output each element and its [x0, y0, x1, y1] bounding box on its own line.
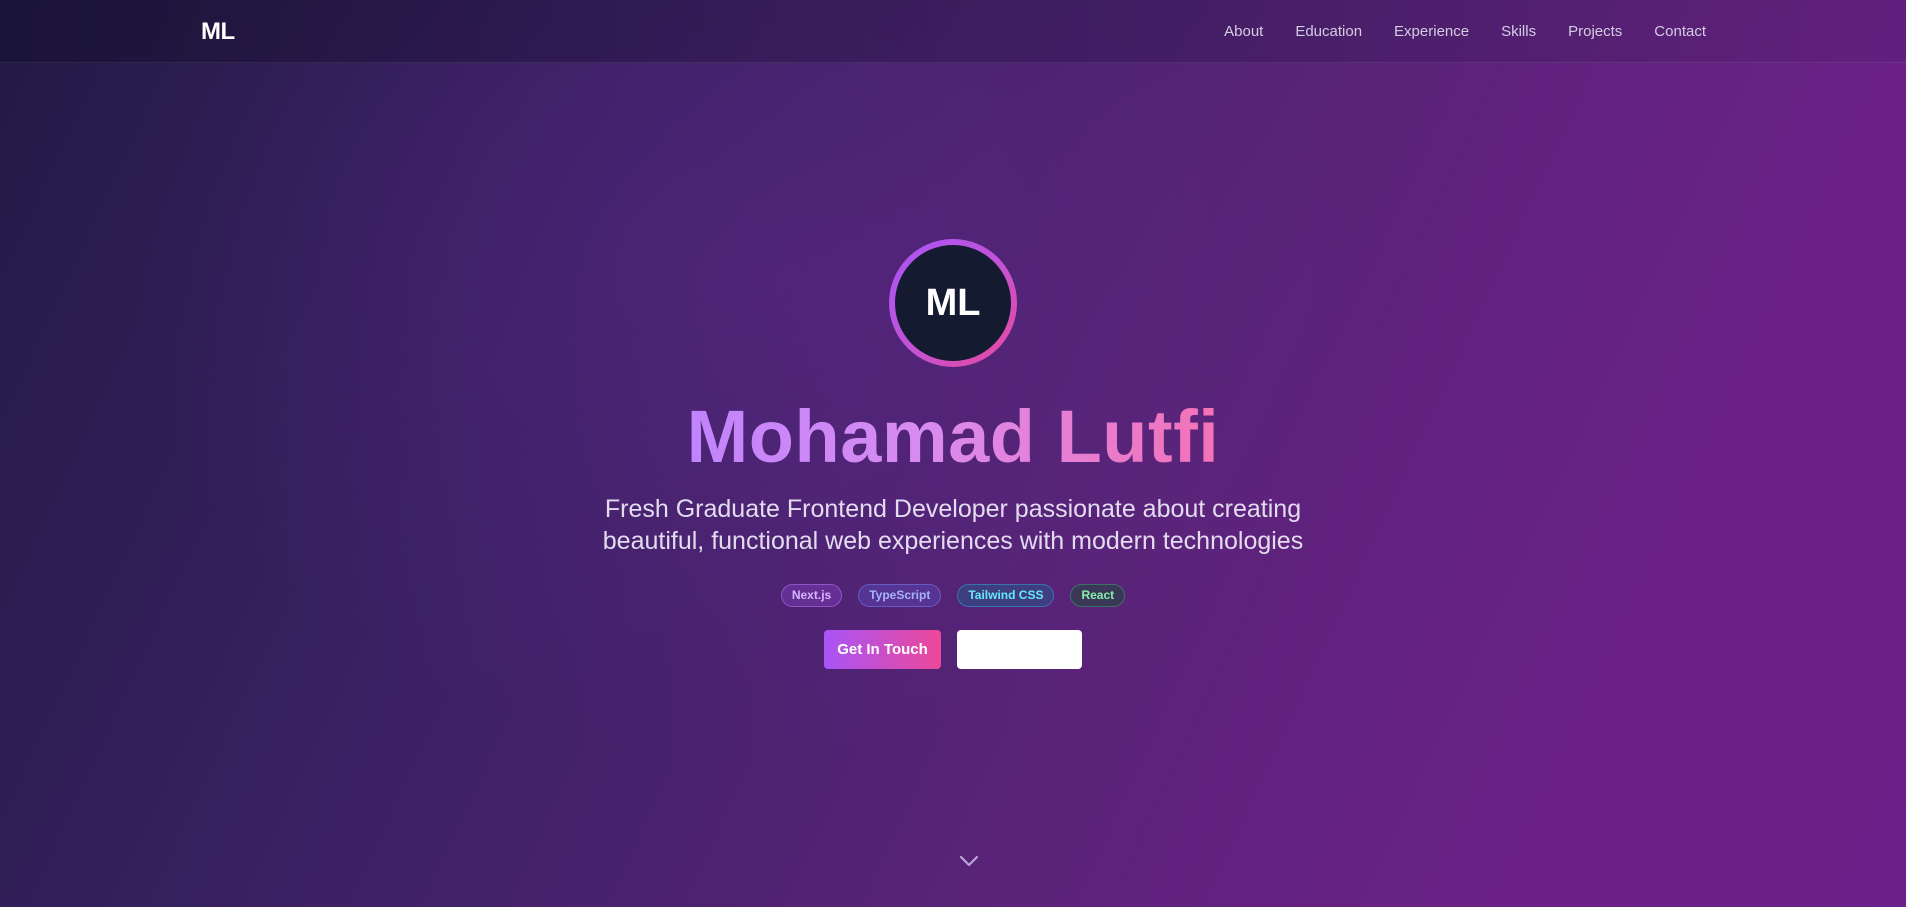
logo[interactable]: ML [201, 18, 235, 46]
nav-link-skills[interactable]: Skills [1501, 23, 1536, 40]
nav-link-experience[interactable]: Experience [1394, 23, 1469, 40]
avatar: ML [895, 245, 1011, 361]
nav-link-contact[interactable]: Contact [1654, 23, 1706, 40]
chevron-down-icon[interactable] [958, 854, 980, 868]
tech-tags: Next.js TypeScript Tailwind CSS React [0, 584, 1906, 607]
navbar: ML About Education Experience Skills Pro… [0, 0, 1906, 63]
tag-typescript: TypeScript [858, 584, 942, 607]
tag-react: React [1070, 584, 1126, 607]
nav-link-projects[interactable]: Projects [1568, 23, 1622, 40]
hero-section: ML Mohamad Lutfi Fresh Graduate Frontend… [0, 63, 1906, 907]
secondary-button[interactable] [957, 630, 1082, 669]
nav-links: About Education Experience Skills Projec… [1224, 0, 1706, 63]
hero-tagline: Fresh Graduate Frontend Developer passio… [602, 495, 1304, 555]
avatar-ring: ML [889, 239, 1017, 367]
nav-link-about[interactable]: About [1224, 23, 1263, 40]
nav-link-education[interactable]: Education [1295, 23, 1362, 40]
tag-tailwind: Tailwind CSS [957, 584, 1055, 607]
tag-nextjs: Next.js [780, 584, 843, 607]
get-in-touch-button[interactable]: Get In Touch [824, 630, 941, 669]
hero-name: Mohamad Lutfi [0, 396, 1906, 477]
hero-name-text: Mohamad Lutfi [686, 395, 1220, 478]
